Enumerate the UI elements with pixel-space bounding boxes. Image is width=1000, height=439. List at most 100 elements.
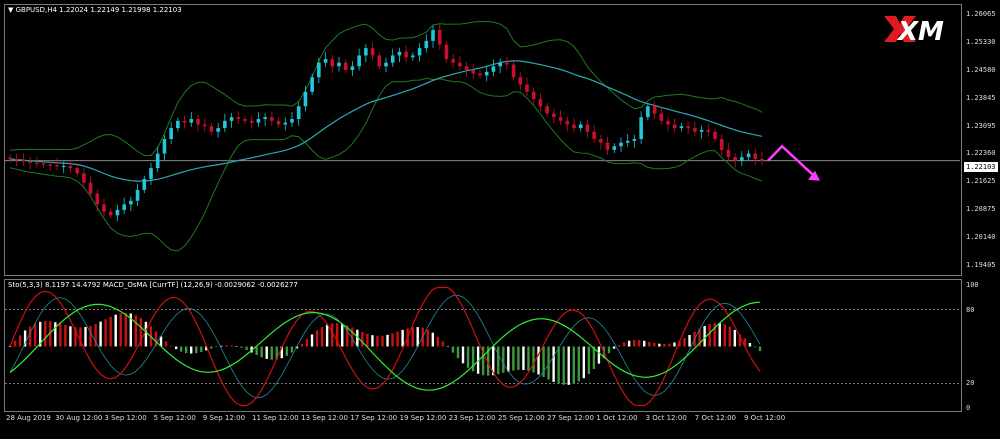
- candle-body: [229, 117, 234, 121]
- osma-histogram-bar: [386, 334, 389, 347]
- candle-body: [484, 71, 489, 76]
- price-scale[interactable]: 1.26065 1.25330 1.24580 1.23845 1.23095 1.223…: [962, 4, 1000, 274]
- candle-body: [498, 62, 502, 67]
- candle-body: [404, 51, 408, 58]
- candle-body: [545, 106, 549, 114]
- time-tick-label: 25 Sep 12:00: [498, 414, 545, 422]
- candle-body: [632, 139, 637, 141]
- candle-body: [572, 124, 576, 129]
- candle-body: [619, 142, 623, 147]
- candle-body: [726, 149, 731, 158]
- xm-logo: XM: [884, 16, 944, 46]
- candle-body: [290, 119, 294, 123]
- osma-histogram-bar: [225, 345, 228, 347]
- osma-histogram-bar: [683, 338, 686, 347]
- time-tick-label: 1 Oct 12:00: [596, 414, 638, 422]
- osma-histogram-bar: [371, 335, 374, 347]
- osma-histogram-bar: [532, 346, 535, 373]
- osma-histogram-bar: [396, 331, 399, 347]
- candle-body: [337, 62, 341, 67]
- time-tick-label: 23 Sep 12:00: [448, 414, 496, 422]
- osma-histogram-bar: [325, 324, 329, 347]
- candle-body: [538, 99, 543, 107]
- candle-body: [390, 55, 395, 63]
- candle-body: [129, 200, 133, 205]
- candle-body: [189, 119, 194, 123]
- osma-histogram-bar: [260, 346, 263, 358]
- candle-body: [672, 124, 677, 129]
- chart-window[interactable]: ▼ GBPUSD,H4 1.22024 1.22149 1.21998 1.22…: [0, 0, 1000, 439]
- candle-body: [155, 153, 160, 169]
- osma-histogram-bar: [436, 336, 440, 347]
- candle-body: [437, 29, 442, 45]
- price-tick-label: 1.22360: [966, 149, 996, 158]
- candle-body: [740, 157, 744, 161]
- candle-body: [115, 209, 120, 216]
- osma-histogram-bar: [376, 335, 379, 347]
- chart-canvas: [5, 20, 960, 407]
- logo-text: XM: [896, 17, 944, 46]
- osma-histogram-bar: [411, 327, 414, 347]
- osma-histogram-bar: [577, 346, 580, 382]
- candle-body: [35, 162, 39, 164]
- time-axis[interactable]: 28 Aug 2019 30 Aug 12:00 3 Sep 12:00 5 Sep …: [4, 412, 960, 426]
- osma-histogram-bar: [658, 343, 661, 347]
- candle-body: [270, 117, 274, 121]
- candle-body: [169, 128, 173, 139]
- osma-histogram-bar: [557, 346, 560, 384]
- time-tick-label: 3 Sep 12:00: [104, 414, 147, 422]
- osma-histogram-bar: [758, 346, 762, 352]
- candle-body: [431, 29, 435, 41]
- osma-histogram-bar: [13, 340, 17, 347]
- osma-histogram-bar: [441, 341, 445, 347]
- indicator-scale[interactable]: 100 80 20 0: [962, 279, 1000, 412]
- candle-body: [61, 165, 66, 168]
- osma-histogram-bar: [300, 343, 304, 347]
- candle-body: [679, 126, 684, 129]
- candle-body: [565, 120, 570, 125]
- candle-body: [75, 168, 79, 174]
- osma-histogram-bar: [320, 327, 324, 347]
- candle-body: [659, 113, 664, 121]
- candle-body: [249, 120, 254, 123]
- candle-body: [370, 48, 375, 56]
- stochastic-signal-thin: [9, 294, 761, 399]
- candle-body: [525, 84, 529, 92]
- candle-body: [14, 158, 19, 161]
- candle-body: [102, 204, 106, 212]
- osma-histogram-bar: [144, 321, 148, 347]
- candle-body: [706, 129, 711, 132]
- osma-histogram-bar: [497, 346, 500, 375]
- candle-body: [202, 124, 207, 127]
- osma-histogram-bar: [507, 346, 510, 372]
- osma-histogram-bar: [622, 342, 626, 347]
- osma-histogram-bar: [184, 346, 188, 354]
- candle-body: [760, 158, 764, 161]
- time-tick-label: 9 Sep 12:00: [202, 414, 246, 422]
- indicator-tick-label: 20: [966, 379, 975, 388]
- candle-body: [713, 131, 717, 139]
- bollinger-upper-band: [9, 20, 763, 156]
- osma-histogram-bar: [195, 346, 198, 354]
- candle-body: [552, 113, 556, 118]
- osma-histogram-bar: [381, 335, 384, 347]
- candle-body: [518, 77, 523, 85]
- candle-body: [377, 55, 382, 67]
- candle-body: [417, 48, 422, 56]
- time-tick-label: 11 Sep 12:00: [252, 414, 299, 422]
- candle-body: [652, 106, 657, 114]
- osma-histogram-bar: [451, 346, 455, 353]
- osma-histogram-bar: [607, 346, 611, 354]
- candle-body: [276, 120, 281, 125]
- candle-body: [55, 165, 59, 167]
- time-tick-label: 9 Oct 12:00: [744, 414, 786, 422]
- dropdown-triangle-icon[interactable]: ▼: [8, 6, 16, 14]
- osma-histogram-bar: [174, 346, 178, 350]
- osma-histogram-bar: [290, 346, 294, 353]
- osma-histogram-bar: [230, 345, 233, 347]
- time-tick-label: 17 Sep 12:00: [350, 414, 398, 422]
- osma-histogram-bar: [612, 346, 616, 349]
- candle-body: [478, 73, 482, 76]
- osma-histogram-bar: [33, 323, 37, 347]
- osma-histogram-bar: [169, 345, 173, 347]
